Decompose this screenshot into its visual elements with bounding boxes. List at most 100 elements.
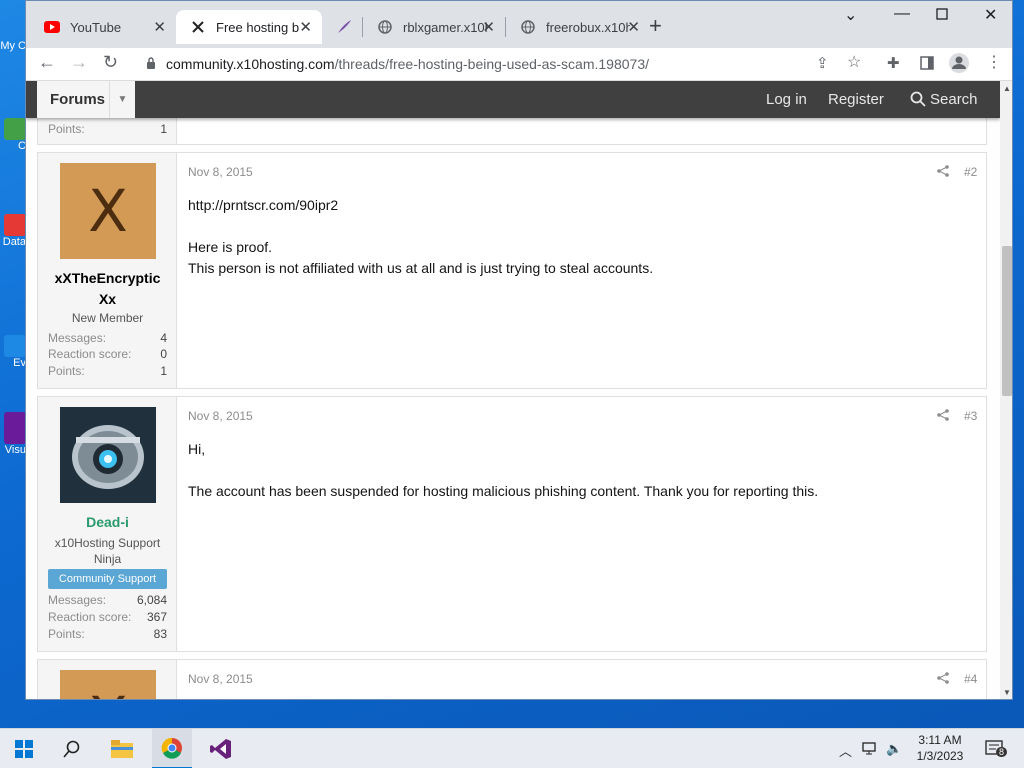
messages-stat: Messages: 4: [48, 331, 167, 345]
tab-rblxgamer[interactable]: rblxgamer.x10h ✕: [363, 10, 505, 44]
forum-page: Forums ▼ Log in Register Search Points: …: [26, 81, 1000, 699]
close-tab-icon[interactable]: ✕: [153, 18, 166, 36]
search-icon: [63, 740, 80, 758]
post-number-link[interactable]: #3: [964, 409, 977, 423]
volume-icon[interactable]: 🔈: [886, 741, 902, 757]
reaction-stat: Reaction score: 0: [48, 347, 167, 361]
youtube-icon: [44, 19, 60, 35]
post-text: Hi,: [188, 441, 206, 457]
points-stat: Points: 83: [48, 627, 167, 641]
network-icon[interactable]: [862, 741, 878, 758]
lock-icon: [146, 56, 156, 72]
visual-studio-taskbar-button[interactable]: [201, 729, 241, 768]
chrome-taskbar-button[interactable]: [152, 729, 192, 768]
tab-youtube[interactable]: YouTube ✕: [30, 10, 176, 44]
avatar[interactable]: [60, 407, 156, 503]
tab-freerobux[interactable]: freerobux.x10h ✕: [506, 10, 640, 44]
folder-icon: [111, 740, 133, 758]
user-title: x10Hosting Support Ninja: [54, 536, 161, 566]
close-tab-icon[interactable]: ✕: [299, 18, 312, 36]
avatar[interactable]: X: [60, 670, 156, 699]
username[interactable]: Dead-i: [38, 512, 177, 533]
feather-icon: [336, 19, 352, 35]
globe-icon: [377, 19, 393, 35]
post-3: Dead-i x10Hosting Support Ninja Communit…: [37, 396, 987, 652]
minimize-icon[interactable]: —: [894, 5, 910, 23]
forward-icon[interactable]: →: [70, 52, 88, 73]
search-icon: [910, 91, 926, 107]
post-user-panel: Dead-i x10Hosting Support Ninja Communit…: [38, 397, 177, 651]
desktop-icon-c[interactable]: C: [0, 118, 26, 152]
app-icon: [4, 214, 26, 236]
notification-count-badge: 8: [996, 747, 1008, 757]
login-link[interactable]: Log in: [766, 91, 807, 108]
chevron-up-icon[interactable]: ︿: [839, 741, 852, 760]
back-icon[interactable]: ←: [38, 52, 56, 73]
post-text: This person is not affiliated with us at…: [188, 260, 654, 276]
post-date[interactable]: Nov 8, 2015: [188, 165, 253, 179]
chevron-down-icon[interactable]: ▼: [109, 81, 135, 118]
close-window-icon[interactable]: ✕: [984, 5, 997, 25]
tab-pinned[interactable]: [322, 10, 362, 44]
side-panel-icon[interactable]: [920, 54, 934, 75]
x10-icon: [190, 19, 206, 35]
browser-window: YouTube ✕ Free hosting b ✕ rblxgamer.x10…: [25, 0, 1013, 700]
post-date[interactable]: Nov 8, 2015: [188, 672, 253, 686]
avatar[interactable]: X: [60, 163, 156, 259]
page-scrollbar[interactable]: ▲ ▼: [1000, 81, 1012, 699]
share-icon[interactable]: ⇪: [816, 54, 829, 72]
post-number-link[interactable]: #4: [964, 672, 977, 686]
post-4: X Nov 8, 2015 #4: [37, 659, 987, 699]
scroll-up-icon[interactable]: ▲: [1003, 84, 1011, 93]
address-bar[interactable]: community.x10hosting.com/threads/free-ho…: [138, 50, 868, 78]
url-path: /threads/free-hosting-being-used-as-scam…: [334, 56, 649, 72]
start-button[interactable]: [4, 729, 44, 768]
tab-search-icon[interactable]: ⌄: [844, 5, 857, 25]
maximize-icon[interactable]: [936, 7, 948, 25]
post-date[interactable]: Nov 8, 2015: [188, 409, 253, 423]
share-icon[interactable]: [937, 672, 949, 687]
extensions-icon[interactable]: ✚: [887, 54, 900, 72]
username[interactable]: xXTheEncryptic Xx: [38, 268, 177, 310]
share-icon[interactable]: [937, 409, 949, 424]
more-menu-icon[interactable]: ⋮: [986, 52, 1002, 72]
messages-stat: Messages: 6,084: [48, 593, 167, 607]
chrome-icon: [161, 737, 182, 759]
post-link[interactable]: http://prntscr.com/90ipr2: [188, 197, 338, 213]
scroll-down-icon[interactable]: ▼: [1003, 688, 1011, 697]
post-number-link[interactable]: #2: [964, 165, 977, 179]
reload-icon[interactable]: ↻: [103, 52, 118, 73]
post-text: Here is proof.: [188, 239, 273, 255]
new-tab-button[interactable]: +: [649, 13, 662, 39]
close-tab-icon[interactable]: ✕: [627, 18, 640, 36]
share-icon[interactable]: [937, 165, 949, 180]
search-button[interactable]: [52, 729, 92, 768]
tab-free-hosting[interactable]: Free hosting b ✕: [176, 10, 322, 44]
user-title: New Member: [71, 311, 144, 325]
post-user-panel: X xXTheEncryptic Xx New Member Messages:…: [38, 153, 177, 388]
visual-studio-icon: [210, 739, 231, 759]
user-banner: Community Support: [48, 569, 167, 589]
reaction-stat: Reaction score: 367: [48, 610, 167, 624]
post-2: X xXTheEncryptic Xx New Member Messages:…: [37, 152, 987, 389]
notification-center-button[interactable]: 8: [980, 729, 1010, 768]
clock[interactable]: 3:11 AM 1/3/2023: [906, 732, 974, 764]
desktop-icon-visual-studio[interactable]: Visu: [0, 412, 26, 456]
url-host: community.x10hosting.com: [166, 56, 335, 72]
scroll-thumb[interactable]: [1002, 246, 1012, 396]
windows-logo-icon: [15, 740, 33, 758]
file-explorer-button[interactable]: [102, 729, 142, 768]
points-stat: Points: 1: [48, 122, 167, 136]
bookmark-star-icon[interactable]: ☆: [847, 52, 861, 72]
search-link[interactable]: Search: [910, 91, 978, 108]
tab-strip: YouTube ✕ Free hosting b ✕ rblxgamer.x10…: [26, 1, 1012, 48]
desktop-icon-data[interactable]: Data: [0, 214, 26, 248]
robot-avatar-icon: [60, 407, 156, 503]
desktop-icon-my-computer[interactable]: My C: [0, 40, 26, 52]
close-tab-icon[interactable]: ✕: [482, 18, 495, 36]
register-link[interactable]: Register: [828, 91, 884, 108]
desktop-icon-ev[interactable]: Ev: [0, 335, 26, 369]
forums-tab[interactable]: Forums ▼: [37, 81, 135, 118]
profile-avatar-icon[interactable]: [948, 52, 970, 79]
forum-navbar: Forums ▼ Log in Register Search: [26, 81, 1000, 118]
